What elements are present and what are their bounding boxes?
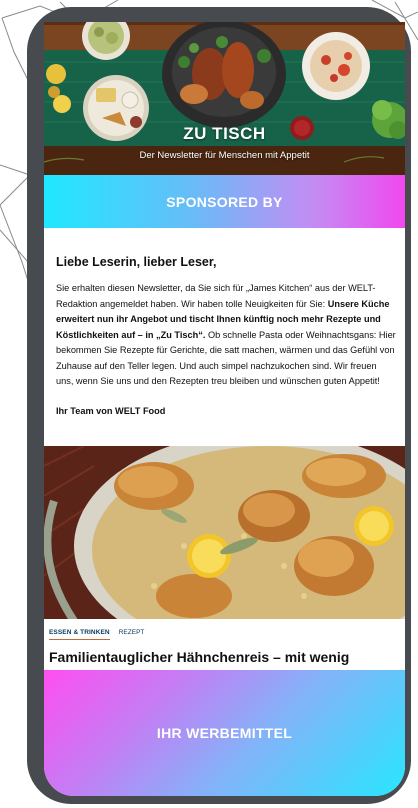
- article-headline[interactable]: Familientauglicher Hähnchenreis – mit we…: [49, 649, 405, 669]
- ad-placeholder[interactable]: IHR WERBEMITTEL: [44, 670, 405, 796]
- sponsored-by-label: SPONSORED BY: [166, 193, 283, 210]
- letter-signoff: Ihr Team von WELT Food: [56, 405, 166, 416]
- sponsored-by-banner[interactable]: SPONSORED BY: [44, 175, 405, 228]
- letter-greeting: Liebe Leserin, lieber Leser,: [56, 255, 217, 269]
- article-category[interactable]: ESSEN & TRINKEN: [49, 629, 110, 640]
- letter-body: Sie erhalten diesen Newsletter, da Sie s…: [56, 281, 396, 390]
- ad-label: IHR WERBEMITTEL: [156, 725, 293, 741]
- newsletter-title: ZU TISCH: [183, 124, 266, 143]
- article-tags: ESSEN & TRINKEN REZEPT: [49, 629, 144, 640]
- newsletter-subtitle: Der Newsletter für Menschen mit Appetit: [139, 150, 310, 161]
- article-type[interactable]: REZEPT: [119, 629, 145, 636]
- newsletter-screen[interactable]: ZU TISCH Der Newsletter für Menschen mit…: [44, 22, 405, 796]
- intro-letter: Liebe Leserin, lieber Leser, Sie erhalte…: [56, 255, 396, 416]
- article-image[interactable]: [44, 446, 405, 619]
- hero-banner: ZU TISCH Der Newsletter für Menschen mit…: [44, 22, 405, 175]
- chicken-rice-illustration: [44, 446, 405, 619]
